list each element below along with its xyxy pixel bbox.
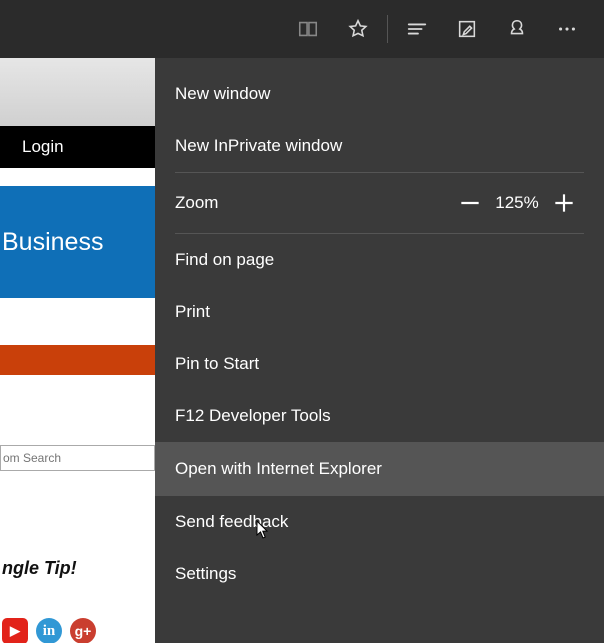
- more-icon[interactable]: [542, 0, 592, 58]
- youtube-icon[interactable]: ▶: [2, 618, 28, 643]
- menu-open-with-ie[interactable]: Open with Internet Explorer: [155, 442, 604, 496]
- menu-item-label: Open with Internet Explorer: [175, 459, 382, 479]
- menu-dev-tools[interactable]: F12 Developer Tools: [155, 390, 604, 442]
- menu-item-label: Send feedback: [175, 512, 288, 532]
- menu-item-label: Settings: [175, 564, 236, 584]
- tip-heading: ngle Tip!: [0, 558, 155, 579]
- linkedin-glyph: in: [43, 623, 56, 640]
- login-label: Login: [22, 137, 64, 157]
- page-grey-band: [0, 58, 155, 126]
- menu-item-label: New InPrivate window: [175, 136, 342, 156]
- browser-topbar: [0, 0, 604, 58]
- menu-item-label: Find on page: [175, 250, 274, 270]
- blue-banner: Business: [0, 186, 155, 298]
- web-note-icon[interactable]: [442, 0, 492, 58]
- share-icon[interactable]: [492, 0, 542, 58]
- search-input[interactable]: [1, 446, 154, 470]
- favorite-star-icon[interactable]: [333, 0, 383, 58]
- zoom-label: Zoom: [175, 193, 218, 213]
- gplus-icon[interactable]: g+: [70, 618, 96, 643]
- menu-item-label: F12 Developer Tools: [175, 406, 331, 426]
- menu-item-label: Print: [175, 302, 210, 322]
- hub-icon[interactable]: [392, 0, 442, 58]
- menu-new-inprivate[interactable]: New InPrivate window: [155, 120, 604, 172]
- menu-new-window[interactable]: New window: [155, 68, 604, 120]
- youtube-glyph: ▶: [10, 623, 20, 639]
- menu-find-on-page[interactable]: Find on page: [155, 234, 604, 286]
- gplus-glyph: g+: [75, 623, 92, 639]
- social-row: ▶ in g+: [0, 618, 96, 643]
- reading-view-icon[interactable]: [283, 0, 333, 58]
- zoom-out-button[interactable]: [450, 190, 490, 216]
- linkedin-icon[interactable]: in: [36, 618, 62, 643]
- orange-bar: [0, 345, 155, 375]
- topbar-icon-group: [283, 0, 592, 58]
- menu-settings[interactable]: Settings: [155, 548, 604, 600]
- search-box[interactable]: [0, 445, 155, 471]
- menu-item-label: New window: [175, 84, 270, 104]
- tip-heading-text: ngle Tip!: [2, 558, 77, 578]
- zoom-in-button[interactable]: [544, 190, 584, 216]
- login-bar[interactable]: Login: [0, 126, 155, 168]
- menu-item-label: Pin to Start: [175, 354, 259, 374]
- menu-print[interactable]: Print: [155, 286, 604, 338]
- menu-pin-to-start[interactable]: Pin to Start: [155, 338, 604, 390]
- topbar-divider: [387, 15, 388, 43]
- menu-send-feedback[interactable]: Send feedback: [155, 496, 604, 548]
- menu-zoom-row: Zoom 125%: [155, 173, 604, 233]
- more-menu: New window New InPrivate window Zoom 125…: [155, 58, 604, 643]
- zoom-value: 125%: [490, 193, 544, 213]
- blue-banner-text: Business: [2, 228, 103, 257]
